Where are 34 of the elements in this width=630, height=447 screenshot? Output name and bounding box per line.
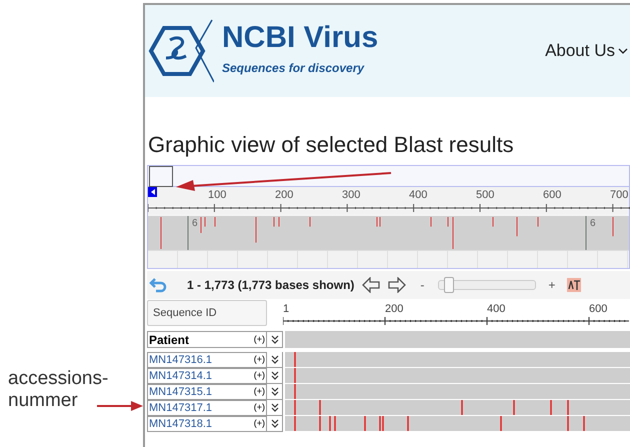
about-us-menu[interactable]: About Us: [545, 38, 628, 64]
logo-tagline: Sequences for discovery: [222, 60, 366, 77]
accession-link[interactable]: MN147316.1: [149, 354, 212, 366]
expand-toggle[interactable]: (+): [254, 385, 265, 399]
ruler-label: 1: [283, 303, 290, 315]
expand-toggle[interactable]: (+): [254, 332, 265, 346]
marker-label: 6: [192, 218, 198, 229]
accession-link[interactable]: MN147317.1: [149, 402, 212, 414]
range-label: 1 - 1,773 (1,773 bases shown): [187, 277, 354, 294]
ruler-label: 400: [487, 303, 506, 315]
expand-toggle[interactable]: (+): [254, 353, 265, 367]
expand-toggle[interactable]: (+): [254, 417, 265, 431]
accession-link[interactable]: MN147314.1: [149, 370, 212, 382]
ruler-label: 100: [208, 189, 226, 201]
ruler-label: 400: [409, 189, 428, 201]
ruler-label: 200: [275, 189, 294, 201]
ruler-label: 500: [476, 189, 494, 201]
zoom-in-button[interactable]: +: [544, 276, 560, 294]
group-label: Patient: [149, 332, 190, 348]
expand-toggle[interactable]: (+): [254, 369, 265, 383]
annotation-label: accessions- nummer: [8, 368, 108, 412]
page-title: Graphic view of selected Blast results: [148, 131, 515, 159]
accession-link[interactable]: MN147315.1: [149, 386, 212, 398]
zoom-out-button[interactable]: -: [414, 276, 430, 294]
ruler-label: 600: [543, 189, 562, 201]
ruler-label: 300: [342, 189, 360, 201]
marker-label: 6: [590, 218, 596, 229]
sequence-id-button[interactable]: Sequence ID: [147, 300, 267, 326]
expand-toggle[interactable]: (+): [254, 401, 265, 415]
accession-link[interactable]: MN147318.1: [149, 418, 212, 430]
ruler-label: 700: [610, 189, 628, 201]
ruler-label: 200: [385, 303, 404, 315]
ruler-label: 600: [589, 303, 608, 315]
logo-title: NCBI Virus: [222, 21, 378, 55]
